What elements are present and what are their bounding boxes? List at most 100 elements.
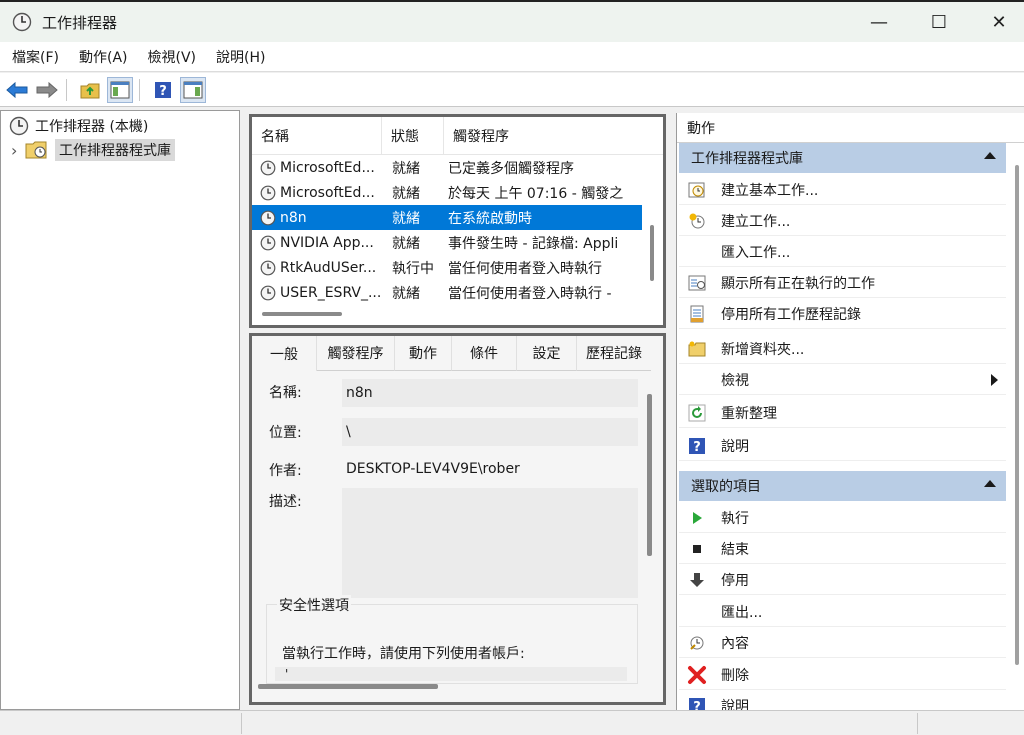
action-section1-item-6[interactable]: 檢視 [679, 365, 1006, 395]
toolbar-separator [139, 78, 140, 101]
action-section1-item-7[interactable]: 重新整理 [679, 398, 1006, 428]
location-field[interactable]: \ [342, 418, 638, 446]
action-section1-item-3[interactable]: 顯示所有正在執行的工作 [679, 268, 1006, 298]
menu-help[interactable]: 說明(H) [208, 47, 273, 67]
task-name-cell: RtkAudUSer... [252, 260, 382, 276]
table-row[interactable]: RtkAudUSer... 執行中 當任何使用者登入時執行 [252, 255, 642, 280]
submenu-arrow-icon [991, 374, 998, 386]
tree-root[interactable]: 工作排程器 (本機) [9, 114, 148, 138]
tab-settings[interactable]: 設定 [517, 336, 577, 371]
column-trigger[interactable]: 觸發程序 [444, 117, 663, 155]
section-selected-title: 選取的項目 [691, 479, 761, 495]
task-name: USER_ESRV_... [280, 284, 382, 301]
action-section2-item-3[interactable]: 匯出... [679, 597, 1006, 627]
tree-item-library[interactable]: › 工作排程器程式庫 [11, 138, 175, 162]
history-log-icon [687, 304, 707, 324]
task-clock-icon [260, 285, 276, 300]
section-selected-header[interactable]: 選取的項目 [679, 471, 1006, 501]
column-name[interactable]: 名稱 [252, 116, 382, 155]
table-row[interactable]: n8n 就緒 在系統啟動時 [252, 205, 642, 230]
run-as-account-field[interactable]: ' [275, 667, 627, 681]
list-horizontal-scrollbar[interactable] [262, 312, 342, 316]
list-vertical-scrollbar[interactable] [650, 225, 654, 281]
action-section2-item-4[interactable]: 內容 [679, 628, 1006, 658]
console-tree: 工作排程器 (本機) › 工作排程器程式庫 [0, 110, 240, 710]
action-section1-item-1[interactable]: 建立工作... [679, 206, 1006, 236]
task-details-pane: 一般 觸發程序 動作 條件 設定 歷程記錄 名稱: n8n 位置: \ 作者: … [249, 333, 666, 705]
action-section1-item-8[interactable]: ? 說明 [679, 431, 1006, 461]
action-label: 新增資料夾... [721, 341, 805, 358]
blank-icon [687, 242, 707, 262]
collapse-triangle-icon[interactable] [984, 152, 996, 159]
action-section1-item-5[interactable]: 新增資料夾... [679, 334, 1006, 364]
menu-view[interactable]: 檢視(V) [140, 47, 205, 67]
actions-vertical-scrollbar[interactable] [1015, 165, 1019, 665]
task-trigger-cell: 於每天 上午 07:16 - 觸發之 [448, 185, 624, 202]
maximize-button[interactable]: ☐ [910, 2, 968, 42]
task-list: 名稱 狀態 觸發程序 MicrosoftEd... 就緒 已定義多個觸發程序 Micr… [249, 114, 666, 328]
description-field[interactable] [342, 488, 638, 598]
table-row[interactable]: USER_ESRV_... 就緒 當任何使用者登入時執行 - [252, 280, 642, 305]
action-section2-item-1[interactable]: 結束 [679, 534, 1006, 564]
details-horizontal-scrollbar[interactable] [258, 684, 438, 689]
task-name: NVIDIA App... [280, 234, 374, 251]
tab-general[interactable]: 一般 [252, 336, 317, 371]
name-field[interactable]: n8n [342, 379, 638, 407]
close-button[interactable]: ✕ [970, 2, 1024, 42]
action-section1-item-4[interactable]: 停用所有工作歷程記錄 [679, 299, 1006, 329]
task-status-cell: 就緒 [392, 160, 420, 177]
task-status-cell: 就緒 [392, 210, 420, 227]
collapse-triangle-icon[interactable] [984, 480, 996, 487]
task-clock-icon [260, 260, 276, 275]
forward-arrow-icon [36, 81, 58, 98]
table-row[interactable]: MicrosoftEd... 就緒 已定義多個觸發程序 [252, 155, 642, 180]
action-section1-item-2[interactable]: 匯入工作... [679, 237, 1006, 267]
task-clock-icon [260, 210, 276, 225]
security-options-title: 安全性選項 [277, 595, 351, 615]
show-hide-console-tree-button[interactable] [107, 76, 133, 103]
author-field[interactable]: DESKTOP-LEV4V9E\rober [342, 454, 638, 484]
task-scheduler-clock-icon [9, 116, 29, 136]
details-vertical-scrollbar[interactable] [647, 394, 652, 556]
task-clock-icon [260, 160, 276, 175]
svg-text:?: ? [693, 440, 701, 455]
action-label: 重新整理 [721, 405, 777, 422]
task-name: RtkAudUSer... [280, 259, 377, 276]
action-label: 顯示所有正在執行的工作 [721, 275, 875, 292]
chevron-right-icon[interactable]: › [11, 141, 25, 160]
task-scheduler-clock-icon [12, 12, 32, 32]
create-task-icon [687, 211, 707, 231]
tab-actions[interactable]: 動作 [395, 336, 452, 371]
help-button[interactable]: ? [150, 77, 176, 103]
forward-button[interactable] [34, 77, 60, 103]
disable-icon [687, 570, 707, 590]
tab-triggers[interactable]: 觸發程序 [317, 336, 395, 371]
action-section1-item-0[interactable]: 建立基本工作... [679, 175, 1006, 205]
tab-history[interactable]: 歷程記錄 [577, 336, 651, 371]
task-clock-icon [260, 185, 276, 200]
table-row[interactable]: MicrosoftEd... 就緒 於每天 上午 07:16 - 觸發之 [252, 180, 642, 205]
action-section2-item-5[interactable]: 刪除 [679, 660, 1006, 690]
status-bar [0, 710, 1024, 735]
menu-action[interactable]: 動作(A) [71, 47, 136, 67]
action-section2-item-2[interactable]: 停用 [679, 565, 1006, 595]
up-folder-icon [80, 83, 100, 98]
menu-file[interactable]: 檔案(F) [4, 47, 67, 67]
action-label: 結束 [721, 541, 749, 558]
section-library-header[interactable]: 工作排程器程式庫 [679, 143, 1006, 173]
toolbar-separator [66, 78, 67, 101]
task-trigger-cell: 已定義多個觸發程序 [448, 160, 574, 177]
back-button[interactable] [4, 77, 30, 103]
up-button[interactable] [77, 77, 103, 103]
action-label: 建立基本工作... [721, 182, 819, 199]
action-label: 刪除 [721, 667, 749, 684]
column-status[interactable]: 狀態 [382, 116, 444, 155]
library-folder-clock-icon [25, 141, 47, 159]
show-hide-action-pane-button[interactable] [180, 76, 206, 103]
action-section2-item-0[interactable]: 執行 [679, 503, 1006, 533]
minimize-button[interactable]: — [850, 2, 908, 42]
action-pane-icon [183, 81, 203, 98]
actions-pane-header: 動作 [677, 113, 1024, 143]
table-row[interactable]: NVIDIA App... 就緒 事件發生時 - 記錄檔: Appli [252, 230, 642, 255]
tab-conditions[interactable]: 條件 [452, 336, 517, 371]
